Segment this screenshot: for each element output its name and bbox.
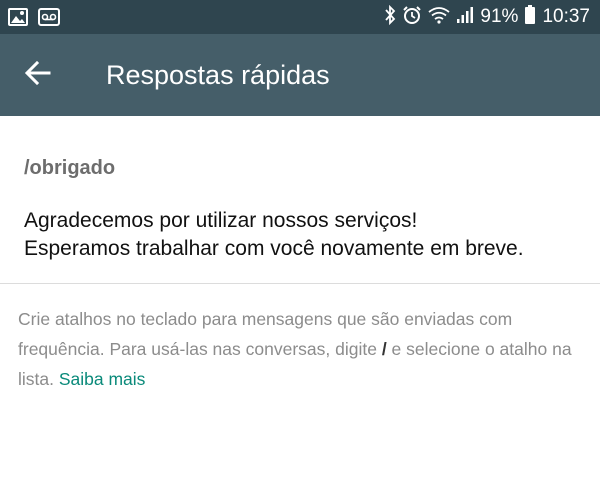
reply-message: Agradecemos por utilizar nossos serviços… bbox=[24, 207, 584, 263]
voicemail-icon bbox=[38, 8, 60, 31]
battery-percent: 91% bbox=[480, 6, 519, 27]
alarm-icon bbox=[402, 5, 422, 30]
arrow-back-icon bbox=[24, 60, 51, 91]
page-title: Respostas rápidas bbox=[106, 60, 330, 90]
status-right-icons: 91% 10:37 bbox=[384, 4, 590, 30]
help-text: Crie atalhos no teclado para mensagens q… bbox=[18, 304, 588, 394]
back-button[interactable] bbox=[18, 55, 58, 95]
reply-shortcut: /obrigado bbox=[24, 157, 116, 179]
clock: 10:37 bbox=[542, 6, 590, 27]
status-bar: 91% 10:37 bbox=[0, 0, 600, 34]
status-left-icons bbox=[8, 8, 60, 31]
image-icon bbox=[8, 8, 28, 31]
app-bar: Respostas rápidas bbox=[0, 34, 600, 116]
reply-message-line-2: Esperamos trabalhar com você novamente e… bbox=[24, 237, 524, 260]
reply-message-line-1: Agradecemos por utilizar nossos serviços… bbox=[24, 209, 418, 232]
wifi-icon bbox=[428, 6, 450, 29]
quick-reply-item[interactable]: /obrigado Agradecemos por utilizar nosso… bbox=[0, 116, 600, 283]
divider bbox=[0, 283, 600, 284]
battery-icon bbox=[524, 4, 536, 30]
screen: 91% 10:37 Respostas rápidas /obrigado Ag… bbox=[0, 0, 600, 485]
bluetooth-icon bbox=[384, 4, 396, 30]
signal-icon bbox=[456, 6, 474, 29]
learn-more-link[interactable]: Saiba mais bbox=[59, 369, 146, 389]
